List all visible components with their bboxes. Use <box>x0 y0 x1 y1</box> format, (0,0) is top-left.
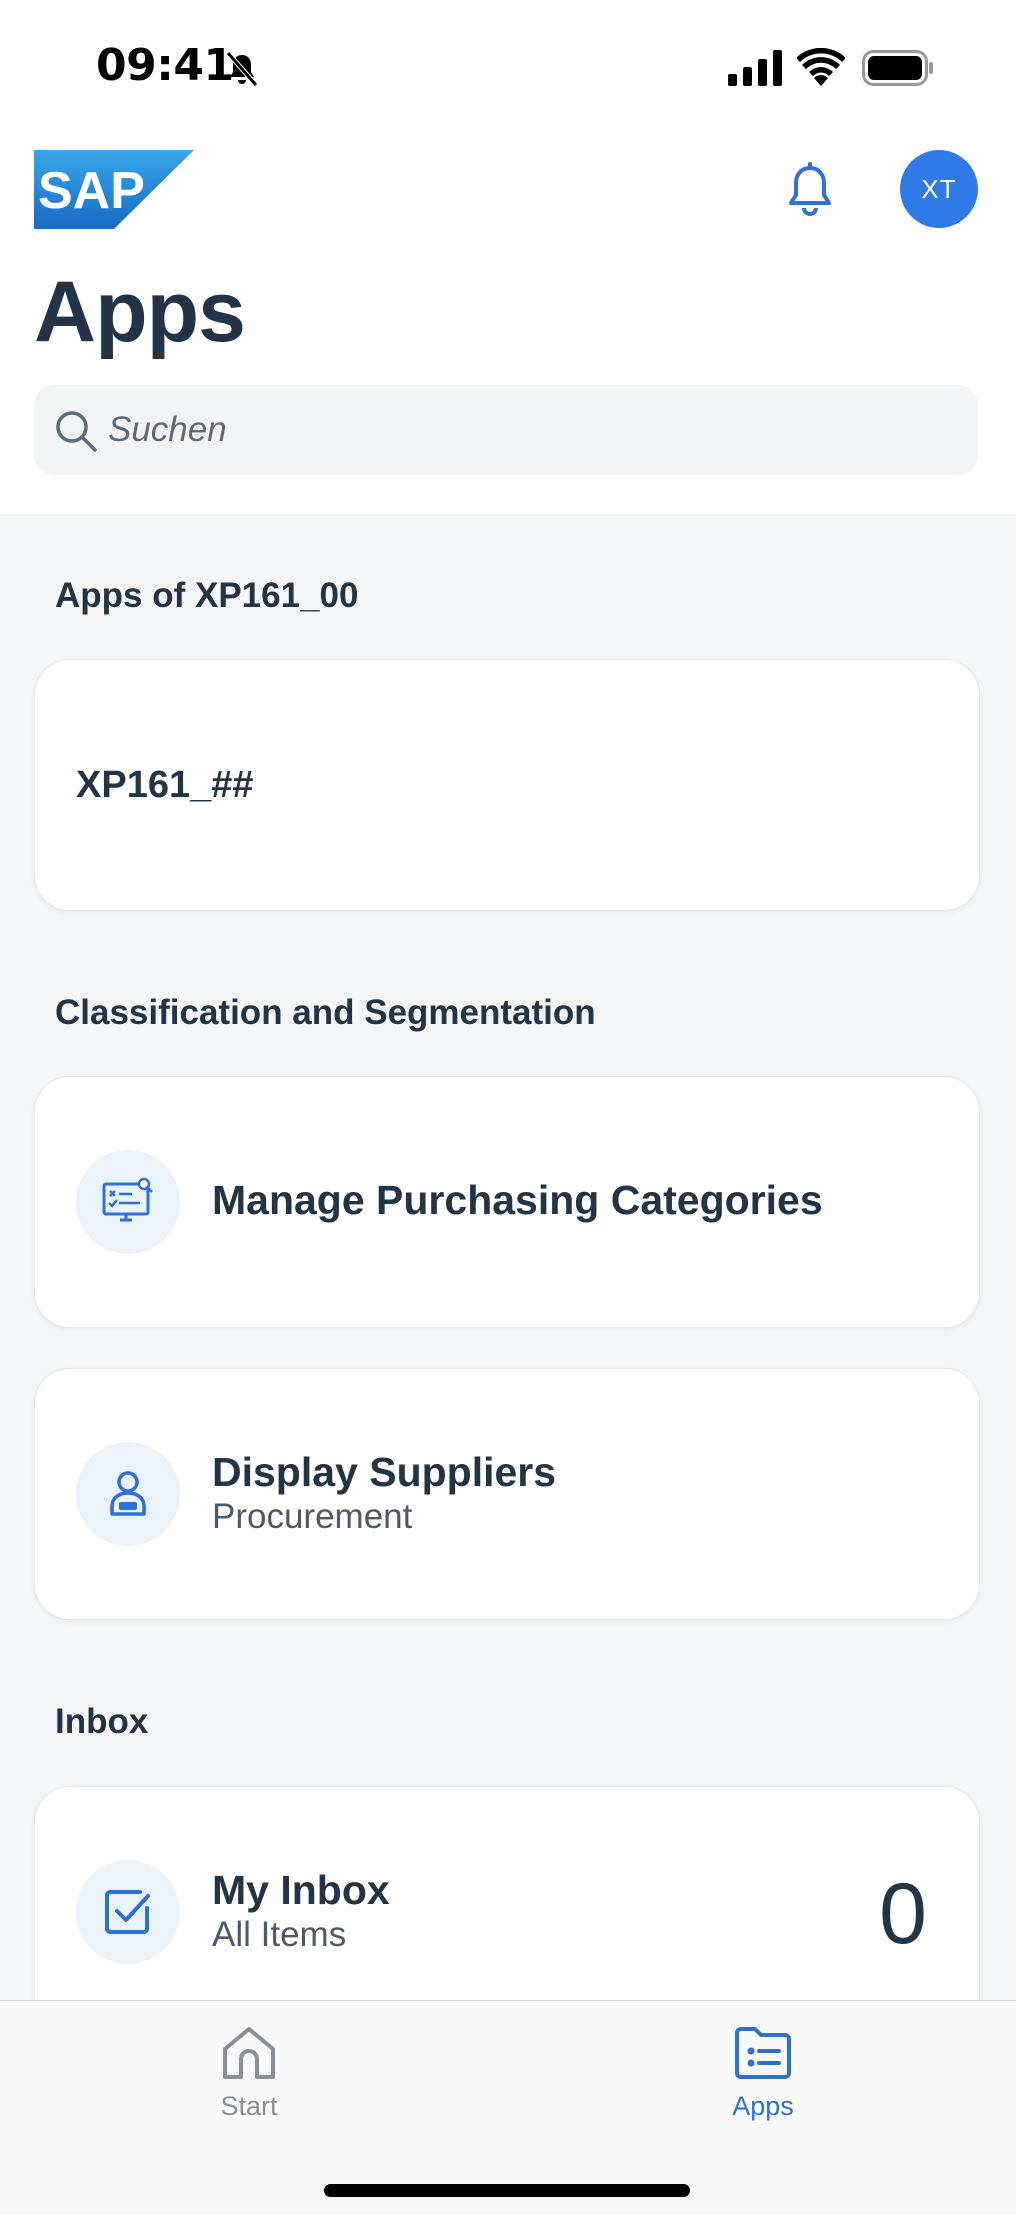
header-area: 09:41 SAP XT Apps Suchen <box>0 0 1016 514</box>
inbox-count: 0 <box>879 1866 927 1962</box>
page-title: Apps <box>34 264 246 360</box>
checkbox-task-icon <box>76 1860 180 1964</box>
apps-list-icon <box>735 2027 791 2079</box>
tile-title: XP161_## <box>76 764 254 806</box>
user-avatar[interactable]: XT <box>900 150 978 228</box>
home-icon <box>223 2027 275 2079</box>
notifications-bell-icon[interactable] <box>784 162 836 216</box>
app-tile-display-suppliers[interactable]: Display Suppliers Procurement <box>34 1368 980 1620</box>
status-time: 09:41 <box>96 40 234 91</box>
wifi-icon <box>797 48 845 86</box>
supplier-person-icon <box>76 1442 180 1546</box>
section-title-inbox: Inbox <box>55 1702 149 1741</box>
tab-apps[interactable]: Apps <box>683 2015 843 2135</box>
tab-label: Apps <box>732 2091 794 2121</box>
tab-start[interactable]: Start <box>169 2015 329 2135</box>
sap-logo: SAP <box>34 150 194 229</box>
svg-text:SAP: SAP <box>38 162 145 220</box>
battery-icon <box>862 50 933 86</box>
tile-title: My Inbox <box>212 1867 390 1913</box>
tab-bar: Start Apps <box>0 2000 1016 2215</box>
search-input[interactable] <box>108 385 948 475</box>
bell-mute-icon <box>226 51 258 87</box>
tile-subtitle: All Items <box>212 1915 347 1954</box>
app-tile-xp161[interactable]: XP161_## <box>34 659 980 911</box>
purchasing-categories-icon <box>76 1150 180 1254</box>
tile-title: Manage Purchasing Categories <box>212 1177 823 1223</box>
search-icon <box>56 411 97 452</box>
section-title-apps-of: Apps of XP161_00 <box>55 576 359 615</box>
tab-label: Start <box>220 2091 278 2121</box>
section-title-classification: Classification and Segmentation <box>55 993 596 1032</box>
app-tile-manage-purchasing-categories[interactable]: Manage Purchasing Categories <box>34 1076 980 1328</box>
home-indicator <box>324 2184 690 2197</box>
tile-subtitle: Procurement <box>212 1497 413 1536</box>
cellular-signal-icon <box>728 50 782 86</box>
search-bar[interactable] <box>34 385 978 475</box>
tile-title: Display Suppliers <box>212 1449 557 1495</box>
